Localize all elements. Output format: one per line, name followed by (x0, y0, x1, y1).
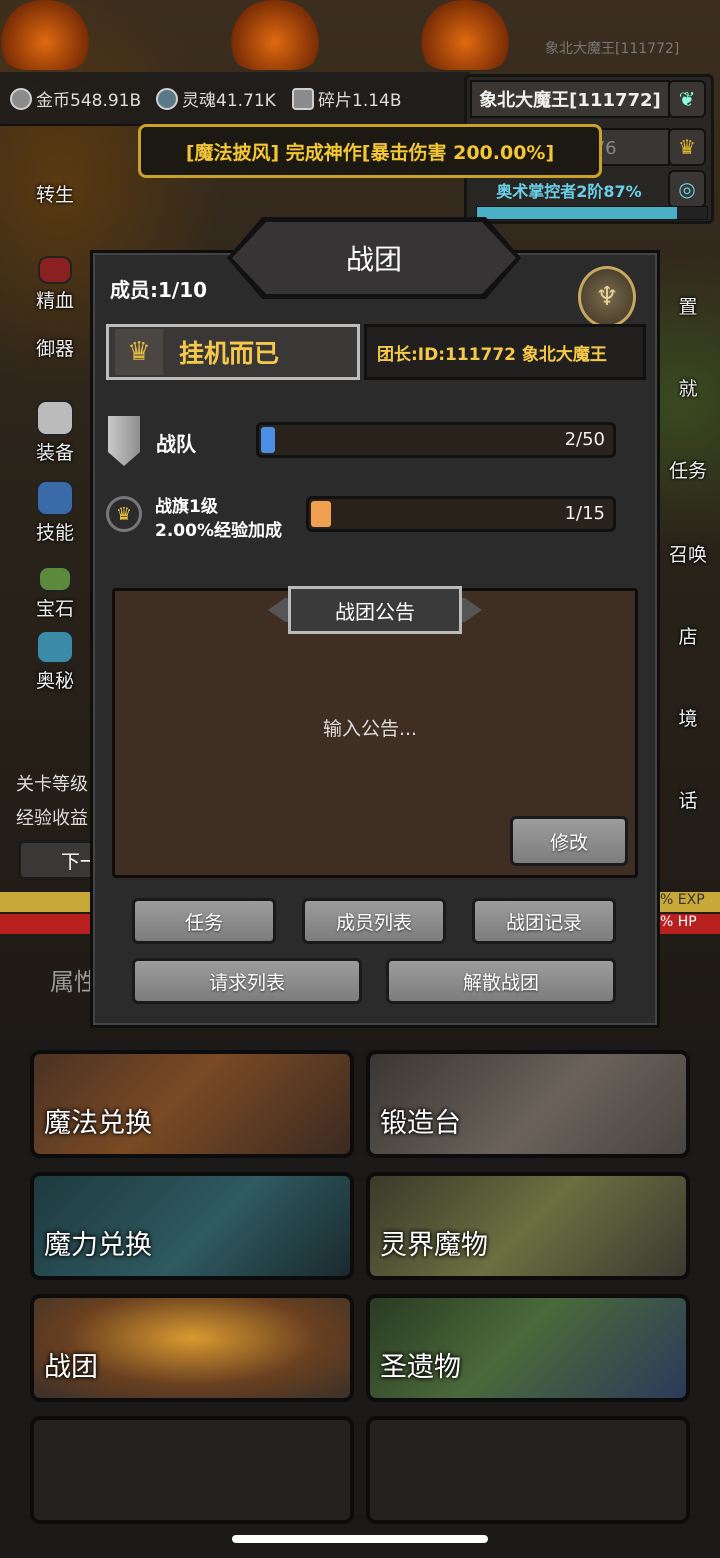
squad-progress-fill (261, 427, 276, 453)
disband-guild-button[interactable]: 解散战团 (386, 958, 616, 1004)
skill-progress-fill (477, 207, 678, 219)
helmet-icon (36, 400, 74, 436)
member-count: 成员:1/10 (110, 278, 208, 302)
soul-resource: 灵魂41.71K (156, 86, 276, 111)
side-menu-gem[interactable]: 宝石 (22, 566, 88, 621)
card-forge[interactable]: 锻造台 (366, 1050, 690, 1158)
exp-income-label: 经验收益 (16, 808, 88, 829)
flag-progress-text: 1/15 (564, 503, 605, 524)
side-menu-skill[interactable]: 技能 (22, 480, 88, 545)
swirl-icon[interactable]: ◎ (668, 170, 706, 208)
flag-bonus: 2.00%经验加成 (155, 521, 282, 541)
guild-name: 挂机而已 (179, 339, 280, 368)
skill-label: 奥术掌控者2阶87% (496, 182, 642, 201)
side-menu-equipment[interactable]: 装备 (22, 400, 88, 465)
card-empty (366, 1416, 690, 1524)
player-name[interactable]: 象北大魔王[111772] (470, 80, 670, 118)
side-menu-summon[interactable]: 召唤 (656, 540, 720, 567)
skill-progress-bar (476, 206, 708, 220)
player-label: 象北大魔王[111772] (545, 41, 680, 57)
flame-decoration (230, 0, 320, 70)
leaf-icon[interactable]: ❦ (668, 80, 706, 118)
exp-label: % EXP (660, 892, 705, 908)
card-spirit-monster[interactable]: 灵界魔物 (366, 1172, 690, 1280)
card-relic[interactable]: 圣遗物 (366, 1294, 690, 1402)
squad-label: 战队 (156, 432, 196, 456)
dialog-title: 战团 (232, 222, 516, 294)
flag-level: 战旗1级 (155, 497, 218, 517)
card-magic-exchange[interactable]: 魔法兑换 (30, 1050, 354, 1158)
flame-decoration (0, 0, 90, 70)
notice-input[interactable]: 输入公告... (112, 714, 628, 741)
shard-icon (292, 87, 314, 110)
side-menu-artifact[interactable]: 御器 (22, 334, 88, 361)
shard-resource: 碎片1.14B (292, 86, 402, 111)
side-menu-mystery[interactable]: 奥秘 (22, 630, 88, 693)
side-menu-achievement[interactable]: 就 (656, 374, 720, 401)
member-list-button[interactable]: 成员列表 (302, 898, 446, 944)
side-menu-realm[interactable]: 境 (656, 704, 720, 731)
gold-resource: 金币548.91B (10, 86, 141, 111)
guild-name-box[interactable]: ♛ 挂机而已 (106, 324, 360, 380)
home-indicator[interactable] (232, 1535, 488, 1543)
gem-icon (38, 566, 72, 592)
crystal-icon (36, 480, 74, 516)
side-menu-task[interactable]: 任务 (656, 456, 720, 483)
announcement-banner: [魔法披风] 完成神作[暴击伤害 200.00%] (138, 124, 602, 178)
flag-progress-bar: 1/15 (306, 496, 616, 532)
card-guild[interactable]: 战团 (30, 1294, 354, 1402)
flag-progress-fill (311, 501, 332, 527)
side-menu-settings[interactable]: 置 (656, 292, 720, 319)
blood-icon (38, 256, 72, 284)
guild-leader: 团长:ID:111772 象北大魔王 (364, 324, 646, 380)
soul-icon (156, 87, 178, 110)
dialog-title-frame: 战团 (227, 217, 521, 299)
crown-icon[interactable]: ♛ (668, 128, 706, 166)
edit-notice-button[interactable]: 修改 (510, 816, 628, 866)
guild-emblem-icon[interactable]: ♆ (578, 266, 636, 328)
flag-crown-icon: ♛ (106, 496, 142, 532)
guild-records-button[interactable]: 战团记录 (472, 898, 616, 944)
stage-level-label: 关卡等级 (16, 774, 88, 795)
mystery-icon (36, 630, 74, 664)
squad-progress-text: 2/50 (564, 429, 605, 450)
squad-progress-bar: 2/50 (256, 422, 616, 458)
request-list-button[interactable]: 请求列表 (132, 958, 362, 1004)
hp-label: % HP (660, 914, 697, 930)
side-menu-blood[interactable]: 精血 (22, 256, 88, 313)
notice-title: 战团公告 (288, 586, 462, 634)
gold-coin-icon (10, 87, 32, 110)
side-menu-shop[interactable]: 店 (656, 622, 720, 649)
side-menu-dialog[interactable]: 话 (656, 786, 720, 813)
card-mana-exchange[interactable]: 魔力兑换 (30, 1172, 354, 1280)
side-menu-rebirth[interactable]: 转生 (22, 180, 88, 207)
task-button[interactable]: 任务 (132, 898, 276, 944)
flame-decoration (420, 0, 510, 70)
crown-icon: ♛ (115, 329, 163, 375)
card-empty (30, 1416, 354, 1524)
